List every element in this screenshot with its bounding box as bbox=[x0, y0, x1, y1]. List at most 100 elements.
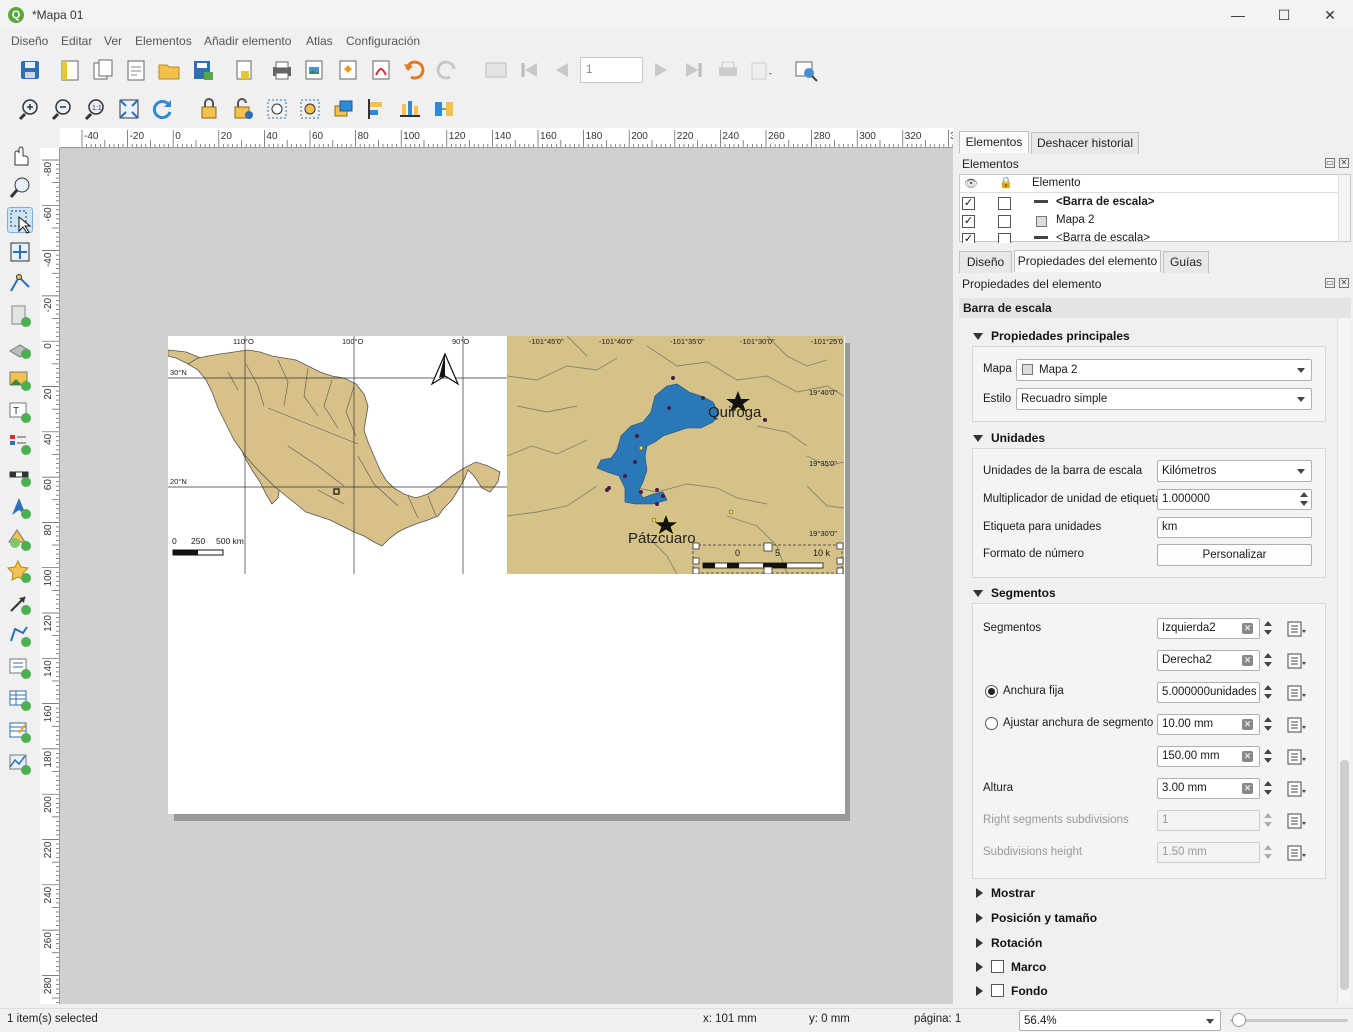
fixed-width-spinner[interactable] bbox=[1262, 682, 1274, 703]
right-subdivisions-input[interactable]: 1 bbox=[1157, 810, 1260, 831]
left-segments-input[interactable]: Izquierda2 ✕ bbox=[1157, 618, 1260, 639]
last-feature-icon[interactable] bbox=[681, 57, 707, 83]
expand-rotation-icon[interactable] bbox=[976, 938, 983, 948]
right-segments-spinner[interactable] bbox=[1262, 650, 1274, 671]
style-combo[interactable]: Recuadro simple bbox=[1016, 388, 1312, 410]
tab-diseno[interactable]: Diseño bbox=[959, 251, 1012, 273]
add-picture-icon[interactable] bbox=[7, 367, 33, 393]
move-content-icon[interactable] bbox=[7, 239, 33, 265]
fit-min-spinner[interactable] bbox=[1262, 714, 1274, 735]
export-atlas-icon[interactable] bbox=[748, 57, 774, 83]
export-pdf-icon[interactable] bbox=[368, 57, 394, 83]
scrollbar-thumb[interactable] bbox=[1340, 760, 1349, 990]
map-combo[interactable]: Mapa 2 bbox=[1016, 359, 1312, 381]
tab-elementos[interactable]: Elementos bbox=[959, 131, 1029, 153]
background-checkbox[interactable] bbox=[991, 984, 1004, 997]
list-item[interactable]: <Barra de escala> bbox=[960, 231, 1336, 243]
float-panel-icon[interactable]: ▭ bbox=[1325, 278, 1335, 288]
subdivisions-height-spinner[interactable] bbox=[1262, 842, 1274, 863]
section-segments-header[interactable]: Segmentos bbox=[991, 586, 1056, 600]
resize-items-icon[interactable] bbox=[431, 96, 457, 122]
collapse-segments-icon[interactable] bbox=[973, 590, 983, 597]
data-defined-override-icon[interactable] bbox=[1286, 811, 1308, 831]
first-feature-icon[interactable] bbox=[516, 57, 542, 83]
unlock-items-icon[interactable] bbox=[230, 96, 256, 122]
tab-deshacer-historial[interactable]: Deshacer historial bbox=[1031, 132, 1139, 154]
properties-scrollbar[interactable] bbox=[1337, 318, 1351, 1004]
customize-button[interactable]: Personalizar bbox=[1157, 544, 1312, 566]
clear-icon[interactable]: ✕ bbox=[1242, 719, 1253, 730]
menu-configuracion[interactable]: Configuración bbox=[346, 34, 420, 48]
menu-anadir-elemento[interactable]: Añadir elemento bbox=[204, 34, 291, 48]
section-background-header[interactable]: Fondo bbox=[1011, 984, 1048, 998]
add-attribute-table-icon[interactable] bbox=[7, 687, 33, 713]
section-position-header[interactable]: Posición y tamaño bbox=[991, 911, 1097, 925]
visible-checkbox[interactable] bbox=[962, 233, 975, 243]
data-defined-override-icon[interactable] bbox=[1286, 651, 1308, 671]
menu-ver[interactable]: Ver bbox=[104, 34, 122, 48]
bar-units-combo[interactable]: Kilómetros bbox=[1157, 460, 1312, 482]
zoom-full-icon[interactable] bbox=[116, 96, 142, 122]
distribute-items-icon[interactable] bbox=[397, 96, 423, 122]
expand-position-icon[interactable] bbox=[976, 913, 983, 923]
clear-icon[interactable]: ✕ bbox=[1242, 623, 1253, 634]
data-defined-override-icon[interactable] bbox=[1286, 715, 1308, 735]
add-marker-icon[interactable] bbox=[6, 559, 33, 585]
zoom-out-icon[interactable] bbox=[49, 96, 75, 122]
menu-atlas[interactable]: Atlas bbox=[306, 34, 333, 48]
right-segments-input[interactable]: Derecha2 ✕ bbox=[1157, 650, 1260, 671]
multiplier-input[interactable]: 1.000000 bbox=[1157, 489, 1312, 510]
expand-frame-icon[interactable] bbox=[976, 962, 983, 972]
pan-hand-icon[interactable] bbox=[7, 143, 33, 169]
fit-max-spinner[interactable] bbox=[1262, 746, 1274, 767]
expand-background-icon[interactable] bbox=[976, 986, 983, 996]
ungroup-items-icon[interactable] bbox=[297, 96, 323, 122]
multiplier-spinner[interactable] bbox=[1298, 489, 1310, 510]
previous-feature-icon[interactable] bbox=[549, 57, 575, 83]
zoom-in-icon[interactable] bbox=[16, 96, 42, 122]
add-arrow-icon[interactable] bbox=[7, 591, 33, 617]
add-north-arrow-icon[interactable] bbox=[7, 495, 33, 521]
collapse-main-icon[interactable] bbox=[973, 333, 983, 340]
visible-checkbox[interactable] bbox=[962, 197, 975, 210]
new-layout-icon[interactable] bbox=[57, 57, 83, 83]
add-fixed-table-icon[interactable] bbox=[7, 719, 33, 745]
fixed-width-input[interactable]: 5.000000unidades bbox=[1157, 682, 1260, 703]
data-defined-override-icon[interactable] bbox=[1286, 683, 1308, 703]
add-html-icon[interactable] bbox=[7, 655, 33, 681]
right-subdivisions-spinner[interactable] bbox=[1262, 810, 1274, 831]
section-main-header[interactable]: Propiedades principales bbox=[991, 329, 1130, 343]
align-items-icon[interactable] bbox=[364, 96, 390, 122]
menu-editar[interactable]: Editar bbox=[61, 34, 92, 48]
clear-icon[interactable]: ✕ bbox=[1242, 751, 1253, 762]
zoom-slider-handle[interactable] bbox=[1232, 1013, 1246, 1027]
add-3d-map-icon[interactable] bbox=[7, 335, 33, 361]
add-page-icon[interactable] bbox=[7, 303, 33, 329]
fixed-width-radio[interactable] bbox=[985, 685, 998, 698]
atlas-preview-icon[interactable] bbox=[483, 57, 509, 83]
new-page-icon[interactable] bbox=[231, 57, 257, 83]
fit-width-radio[interactable] bbox=[985, 717, 998, 730]
duplicate-layout-icon[interactable] bbox=[90, 57, 116, 83]
add-polyline-icon[interactable] bbox=[7, 623, 33, 649]
close-window-button[interactable]: ✕ bbox=[1307, 0, 1353, 30]
add-shape-icon[interactable] bbox=[7, 527, 33, 553]
section-rotation-header[interactable]: Rotación bbox=[991, 936, 1042, 950]
section-frame-header[interactable]: Marco bbox=[1011, 960, 1046, 974]
list-item[interactable]: Mapa 2 bbox=[960, 213, 1336, 231]
open-template-icon[interactable] bbox=[156, 57, 182, 83]
fit-min-input[interactable]: 10.00 mm ✕ bbox=[1157, 714, 1260, 735]
left-segments-spinner[interactable] bbox=[1262, 618, 1274, 639]
height-spinner[interactable] bbox=[1262, 778, 1274, 799]
zoom-slider[interactable] bbox=[1230, 1019, 1348, 1022]
raise-items-icon[interactable] bbox=[331, 96, 357, 122]
collapse-units-icon[interactable] bbox=[973, 435, 983, 442]
section-display-header[interactable]: Mostrar bbox=[991, 886, 1035, 900]
tab-guias[interactable]: Guías bbox=[1163, 251, 1209, 273]
next-feature-icon[interactable] bbox=[648, 57, 674, 83]
menu-diseno[interactable]: Diseño bbox=[11, 34, 48, 48]
undo-icon[interactable] bbox=[401, 57, 427, 83]
visible-checkbox[interactable] bbox=[962, 215, 975, 228]
expand-display-icon[interactable] bbox=[976, 888, 983, 898]
data-defined-override-icon[interactable] bbox=[1286, 619, 1308, 639]
